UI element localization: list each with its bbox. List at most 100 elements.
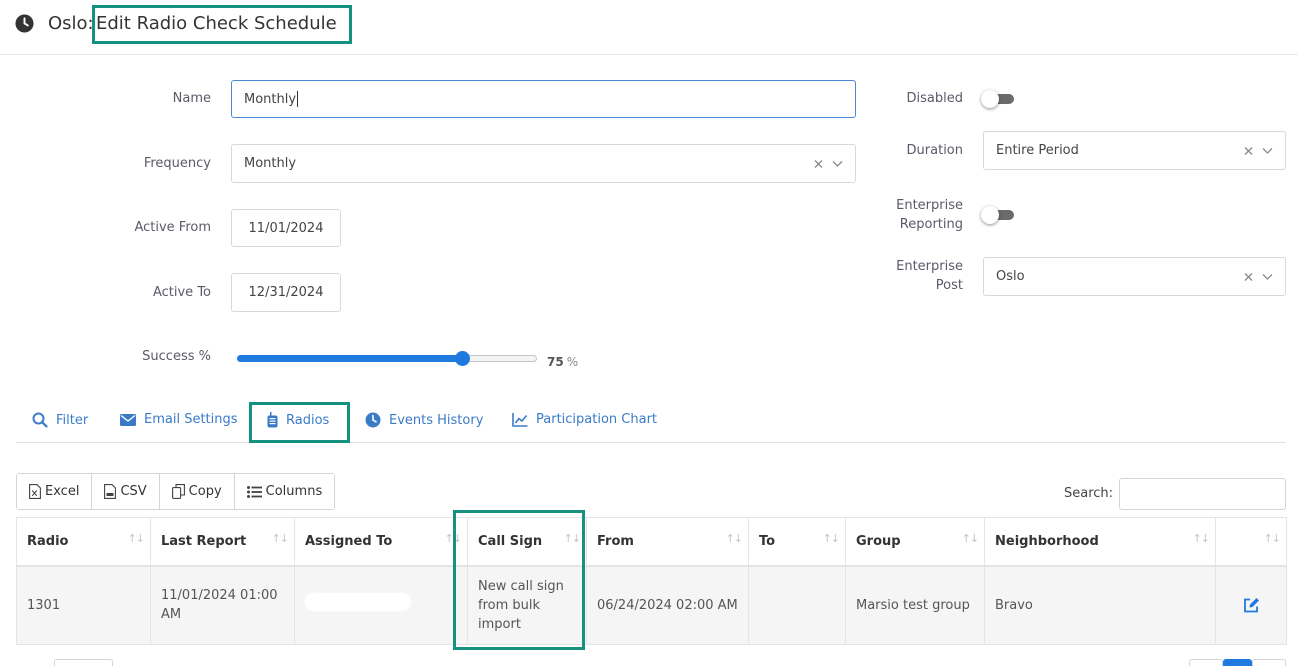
clear-icon[interactable] bbox=[814, 159, 823, 168]
column-header-neighborhood[interactable]: Neighborhood ↑↓ bbox=[984, 517, 1216, 567]
clock-icon bbox=[365, 412, 381, 428]
tab-events-history[interactable]: Events History bbox=[365, 412, 483, 428]
sort-icon: ↑↓ bbox=[1192, 532, 1210, 545]
column-header-to[interactable]: To ↑↓ bbox=[748, 517, 846, 567]
column-header-group[interactable]: Group ↑↓ bbox=[845, 517, 985, 567]
success-value: 75 bbox=[547, 355, 564, 369]
copy-button-label: Copy bbox=[188, 484, 222, 499]
search-label: Search: bbox=[1064, 486, 1114, 501]
excel-button-label: Excel bbox=[45, 484, 80, 499]
copy-button[interactable]: Copy bbox=[159, 474, 235, 509]
name-input-value: Monthly bbox=[244, 91, 297, 107]
frequency-label: Frequency bbox=[143, 156, 211, 171]
cell-from: 06/24/2024 02:00 AM bbox=[586, 565, 749, 645]
search-icon bbox=[32, 412, 48, 428]
cell-last-report: 11/01/2024 01:00 AM bbox=[150, 565, 295, 645]
tab-email-settings[interactable]: Email Settings bbox=[120, 412, 238, 427]
sort-icon: ↑↓ bbox=[271, 532, 289, 545]
column-header-call-sign[interactable]: Call Sign ↑↓ bbox=[467, 517, 587, 567]
csv-button-label: CSV bbox=[120, 484, 147, 499]
sort-icon: ↑↓ bbox=[127, 532, 145, 545]
active-to-value: 12/31/2024 bbox=[248, 285, 324, 300]
cell-neighborhood: Bravo bbox=[984, 565, 1216, 645]
envelope-icon bbox=[120, 413, 136, 426]
sort-icon: ↑↓ bbox=[961, 532, 979, 545]
tab-radios[interactable]: Radios bbox=[267, 412, 329, 428]
excel-button[interactable]: Excel bbox=[17, 474, 93, 509]
csv-button[interactable]: CSV bbox=[92, 474, 160, 509]
sort-icon: ↑↓ bbox=[1263, 532, 1281, 545]
table-row: 1301 11/01/2024 01:00 AM New call sign f… bbox=[16, 565, 1287, 645]
sort-icon: ↑↓ bbox=[444, 532, 462, 545]
search-input[interactable] bbox=[1119, 478, 1286, 510]
edit-icon[interactable] bbox=[1243, 597, 1260, 613]
pagination-current-page[interactable] bbox=[1223, 659, 1252, 666]
cell-radio: 1301 bbox=[16, 565, 151, 645]
active-from-label: Active From bbox=[134, 220, 211, 235]
radios-table: Radio ↑↓ Last Report ↑↓ Assigned To ↑↓ Call… bbox=[16, 517, 1287, 645]
column-header-radio[interactable]: Radio ↑↓ bbox=[16, 517, 151, 567]
frequency-value: Monthly bbox=[244, 156, 297, 171]
cell-actions bbox=[1215, 565, 1287, 645]
page-title-prefix: Oslo: bbox=[48, 13, 94, 34]
name-label: Name bbox=[172, 91, 211, 106]
cell-group: Marsio test group bbox=[845, 565, 985, 645]
pagination-prev-button[interactable] bbox=[1189, 659, 1223, 666]
table-header-row: Radio ↑↓ Last Report ↑↓ Assigned To ↑↓ Call… bbox=[16, 517, 1287, 567]
duration-select[interactable]: Entire Period bbox=[983, 131, 1286, 170]
column-header-actions[interactable]: ↑↓ bbox=[1215, 517, 1287, 567]
slider-thumb[interactable] bbox=[455, 351, 470, 366]
success-label: Success % bbox=[142, 349, 211, 364]
sort-icon: ↑↓ bbox=[563, 532, 581, 545]
cell-assigned-to bbox=[294, 565, 468, 645]
csv-file-icon bbox=[104, 484, 117, 499]
column-header-assigned-to[interactable]: Assigned To ↑↓ bbox=[294, 517, 468, 567]
active-to-input[interactable]: 12/31/2024 bbox=[231, 273, 341, 312]
active-from-value: 11/01/2024 bbox=[248, 220, 324, 236]
pagination-next-button[interactable] bbox=[1252, 659, 1286, 666]
disabled-label: Disabled bbox=[906, 91, 963, 106]
tab-email-settings-label: Email Settings bbox=[144, 412, 238, 427]
clear-icon[interactable] bbox=[1244, 146, 1253, 155]
columns-button[interactable]: Columns bbox=[234, 474, 335, 509]
sort-icon: ↑↓ bbox=[725, 532, 743, 545]
tab-filter-label: Filter bbox=[56, 412, 89, 428]
active-from-input[interactable]: 11/01/2024 bbox=[231, 209, 341, 247]
tab-events-history-label: Events History bbox=[389, 412, 484, 428]
excel-file-icon bbox=[29, 484, 41, 499]
chevron-down-icon[interactable] bbox=[1262, 273, 1273, 280]
copy-icon bbox=[171, 484, 185, 499]
tab-radios-label: Radios bbox=[286, 412, 330, 428]
success-slider[interactable] bbox=[237, 351, 537, 366]
tab-participation-chart-label: Participation Chart bbox=[536, 412, 658, 427]
tab-participation-chart[interactable]: Participation Chart bbox=[512, 412, 657, 427]
success-unit: % bbox=[566, 355, 579, 369]
disabled-toggle[interactable] bbox=[981, 90, 1014, 108]
redacted-value bbox=[305, 593, 411, 612]
tab-filter[interactable]: Filter bbox=[32, 412, 88, 428]
list-icon bbox=[246, 485, 262, 498]
enterprise-post-label: Enterprise Post bbox=[896, 259, 963, 293]
page-length-select[interactable] bbox=[54, 659, 113, 666]
column-header-last-report[interactable]: Last Report ↑↓ bbox=[150, 517, 295, 567]
name-input[interactable]: Monthly bbox=[231, 80, 856, 118]
clear-icon[interactable] bbox=[1244, 272, 1253, 281]
active-to-label: Active To bbox=[152, 285, 211, 300]
enterprise-reporting-label: Enterprise Reporting bbox=[896, 198, 963, 232]
clock-icon bbox=[15, 14, 34, 33]
duration-label: Duration bbox=[906, 143, 963, 158]
enterprise-reporting-toggle[interactable] bbox=[981, 206, 1014, 224]
frequency-select[interactable]: Monthly bbox=[231, 144, 856, 183]
text-caret bbox=[297, 91, 299, 107]
enterprise-post-select[interactable]: Oslo bbox=[983, 257, 1286, 296]
tab-bar: Filter Email Settings Radios Events Hist… bbox=[16, 402, 1286, 443]
export-button-group: Excel CSV Copy Columns bbox=[16, 473, 336, 510]
success-value-readout: 75% bbox=[547, 355, 578, 369]
chevron-down-icon[interactable] bbox=[832, 160, 843, 167]
columns-button-label: Columns bbox=[265, 484, 323, 499]
radio-icon bbox=[267, 412, 278, 428]
column-header-from[interactable]: From ↑↓ bbox=[586, 517, 749, 567]
page-title: Edit Radio Check Schedule bbox=[96, 13, 337, 34]
sort-icon: ↑↓ bbox=[822, 532, 840, 545]
chevron-down-icon[interactable] bbox=[1262, 147, 1273, 154]
